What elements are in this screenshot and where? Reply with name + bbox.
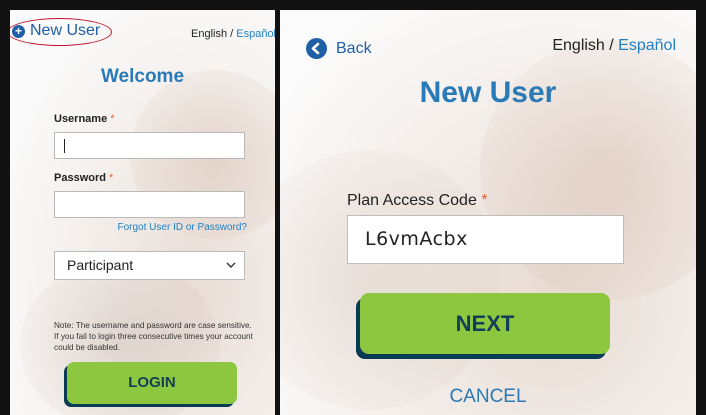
- lang-spanish-link[interactable]: Español: [618, 37, 676, 54]
- welcome-heading: Welcome: [100, 66, 185, 87]
- text-caret: [64, 139, 65, 153]
- annotation-circle: [10, 18, 112, 46]
- back-label: Back: [336, 39, 372, 57]
- language-switcher: English / Español: [191, 28, 275, 40]
- username-label: Username *: [54, 113, 115, 125]
- role-select-value: Participant: [67, 257, 134, 273]
- username-label-text: Username: [54, 113, 108, 125]
- lang-english-link[interactable]: English: [552, 37, 604, 54]
- lang-separator: /: [604, 37, 619, 54]
- language-switcher: English / Español: [552, 37, 676, 55]
- required-asterisk: *: [109, 172, 114, 184]
- back-button[interactable]: Back: [306, 38, 372, 59]
- new-user-panel: Back English / Español New User Plan Acc…: [280, 10, 696, 415]
- lang-english-link[interactable]: English: [191, 28, 227, 40]
- username-input[interactable]: [54, 132, 245, 159]
- lang-separator: /: [227, 28, 237, 40]
- arrow-left-circle-icon: [306, 38, 327, 59]
- password-label-text: Password: [54, 172, 106, 184]
- cancel-link[interactable]: CANCEL: [280, 386, 696, 408]
- role-select[interactable]: Participant: [54, 251, 245, 280]
- required-asterisk: *: [481, 192, 488, 209]
- page-title: New User: [419, 76, 557, 109]
- password-input[interactable]: [54, 191, 245, 218]
- lang-spanish-link[interactable]: Español: [236, 28, 275, 40]
- login-note: Note: The username and password are case…: [54, 321, 253, 352]
- chevron-down-icon: [226, 252, 236, 290]
- next-button[interactable]: NEXT: [360, 293, 610, 354]
- password-label: Password *: [54, 172, 113, 184]
- background-photo-shadow: [280, 150, 500, 410]
- forgot-credentials-link[interactable]: Forgot User ID or Password?: [54, 222, 248, 233]
- plan-access-code-input[interactable]: L6vmAcbx: [347, 215, 624, 264]
- plan-access-code-label: Plan Access Code *: [347, 192, 488, 210]
- login-button[interactable]: LOGIN: [67, 362, 237, 404]
- plan-access-code-label-text: Plan Access Code: [347, 192, 477, 209]
- login-panel: + New User English / Español Welcome Use…: [10, 10, 275, 415]
- required-asterisk: *: [110, 113, 115, 125]
